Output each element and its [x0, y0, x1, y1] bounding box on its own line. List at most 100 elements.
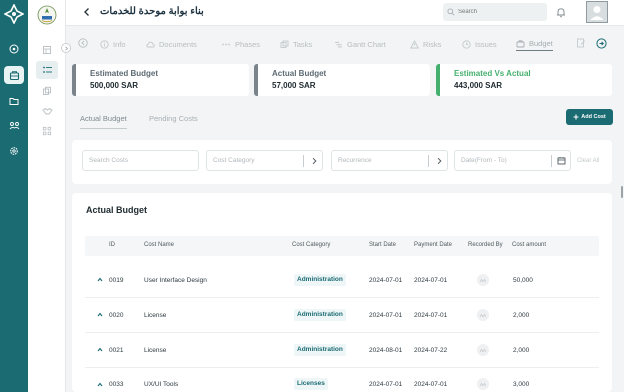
subtab-pending-costs[interactable]: Pending Costs — [149, 114, 198, 123]
tab-documents-label: Documents — [159, 39, 197, 49]
cell-start-date: 2024-08-01 — [369, 347, 403, 354]
settings-icon[interactable] — [4, 142, 24, 160]
subtab-actual-budget[interactable]: Actual Budget — [80, 114, 127, 129]
table-row[interactable]: 0021 License Administration 2024-08-01 2… — [85, 333, 599, 368]
tasks-icon — [280, 40, 289, 48]
cell-start-date: 2024-07-01 — [369, 381, 403, 388]
estimated-budget-card: Estimated Budget 500,000 SAR — [72, 64, 249, 96]
team-icon[interactable] — [4, 117, 24, 135]
notification-bell-icon[interactable] — [556, 7, 566, 18]
table-row[interactable]: 0020 License Administration 2024-07-01 2… — [85, 298, 599, 333]
tab-tasks[interactable]: Tasks — [280, 37, 312, 51]
search-costs-placeholder: Search Costs — [89, 157, 129, 164]
add-cost-label: Add Cost — [581, 114, 606, 120]
calendar-icon — [557, 157, 566, 165]
hierarchy-icon[interactable] — [36, 122, 58, 140]
actual-budget-label: Actual Budget — [272, 69, 327, 78]
cell-payment-date: 2024-07-01 — [414, 277, 448, 284]
clear-all-button[interactable]: Clear All — [577, 158, 599, 164]
tab-tasks-label: Tasks — [293, 39, 313, 49]
tab-issues-label: Issues — [475, 39, 497, 49]
board-icon[interactable] — [36, 41, 58, 59]
header-cost-category: Cost Category — [292, 242, 331, 248]
cell-cost-amount: 2,000 — [513, 312, 530, 319]
copy-icon[interactable] — [36, 82, 58, 100]
table-row[interactable]: 0033 UX/UI Tools Licenses 2024-07-01 202… — [85, 368, 599, 392]
dots-icon — [222, 43, 230, 45]
cell-cost-name: License — [144, 347, 167, 354]
list-icon[interactable] — [36, 61, 58, 79]
search-box[interactable] — [443, 3, 547, 21]
tab-info-label: Info — [113, 39, 126, 49]
actual-budget-table-title: Actual Budget — [86, 205, 148, 215]
recorded-by-avatar: AA — [477, 344, 489, 356]
warning-icon — [410, 39, 419, 48]
clock-icon — [462, 39, 471, 49]
cell-id: 0033 — [109, 381, 124, 388]
actual-budget-value: 57,000 SAR — [272, 81, 316, 90]
table-header: ID Cost Name Cost Category Start Date Pa… — [85, 236, 599, 256]
estimated-vs-actual-value: 443,000 SAR — [454, 81, 503, 90]
search-icon — [447, 8, 455, 16]
tab-phases[interactable]: Phases — [221, 37, 260, 51]
user-avatar[interactable] — [586, 1, 608, 23]
header-cost-name: Cost Name — [144, 242, 175, 248]
table-row[interactable]: 0019 User Interface Design Administratio… — [85, 263, 599, 298]
main-rail — [0, 0, 28, 392]
category-badge: Administration — [294, 344, 346, 356]
tab-gantt-label: Gantt Chart — [347, 39, 386, 49]
search-input[interactable] — [458, 9, 538, 15]
project-tabs: Info Documents Phases Tasks Gantt Chart … — [66, 32, 624, 54]
chevron-up-icon[interactable] — [97, 347, 103, 352]
tab-documents[interactable]: Documents — [146, 37, 197, 51]
tab-info[interactable]: Info — [100, 37, 126, 51]
chevron-up-icon[interactable] — [97, 277, 103, 282]
cell-payment-date: 2024-07-01 — [414, 381, 448, 388]
cell-payment-date: 2024-07-01 — [414, 312, 448, 319]
organization-crest-icon — [37, 5, 57, 25]
add-cost-button[interactable]: Add Cost — [566, 109, 613, 125]
budget-box-icon[interactable] — [4, 66, 24, 84]
chevron-right-icon — [437, 157, 442, 165]
recurrence-select[interactable]: Recurrence — [331, 150, 448, 171]
header-id: ID — [109, 242, 115, 248]
cell-start-date: 2024-07-01 — [369, 277, 403, 284]
estimated-vs-actual-label: Estimated Vs Actual — [454, 69, 531, 78]
chevron-up-icon[interactable] — [97, 382, 103, 387]
secondary-sidebar — [28, 0, 71, 392]
back-arrow-icon[interactable] — [82, 7, 92, 17]
cell-cost-name: User Interface Design — [144, 277, 207, 284]
cost-category-select[interactable]: Cost Category — [206, 150, 323, 171]
tabs-next-icon[interactable] — [596, 38, 607, 49]
plus-icon — [573, 114, 579, 120]
search-costs-input[interactable]: Search Costs — [82, 150, 199, 171]
folder-icon[interactable] — [4, 92, 24, 110]
date-range-input[interactable]: Date(From - To) — [454, 150, 571, 171]
estimated-budget-label: Estimated Budget — [90, 69, 159, 78]
handshake-icon[interactable] — [36, 102, 58, 120]
recorded-by-avatar: AA — [477, 309, 489, 321]
filters-panel: Search Costs Cost Category Recurrence Da… — [72, 140, 612, 184]
tab-budget-label: Budget — [529, 39, 553, 48]
page-scrollbar[interactable] — [621, 186, 623, 198]
header-start-date: Start Date — [369, 242, 397, 248]
tab-risks[interactable]: Risks — [410, 37, 441, 51]
app-logo-icon[interactable] — [4, 4, 24, 24]
chevron-right-icon — [312, 157, 317, 165]
cell-payment-date: 2024-07-22 — [414, 347, 448, 354]
estimated-budget-value: 500,000 SAR — [90, 81, 139, 90]
tabs-prev-icon[interactable] — [78, 38, 88, 48]
edit-document-icon[interactable] — [576, 38, 586, 48]
user-silhouette-icon — [590, 6, 604, 20]
category-badge: Administration — [294, 309, 346, 321]
tab-gantt-chart[interactable]: Gantt Chart — [334, 37, 386, 51]
recorded-by-avatar: AA — [477, 378, 489, 390]
home-icon[interactable] — [4, 40, 24, 58]
actual-budget-card: Actual Budget 57,000 SAR — [254, 64, 430, 96]
tab-budget[interactable]: Budget — [516, 37, 553, 51]
cell-id: 0020 — [109, 312, 124, 319]
tab-issues[interactable]: Issues — [462, 37, 497, 51]
budget-subtabs: Actual Budget Pending Costs — [72, 110, 612, 130]
chevron-up-icon[interactable] — [97, 312, 103, 317]
top-bar: بناء بوابة موحدة للخدمات — [66, 0, 624, 26]
